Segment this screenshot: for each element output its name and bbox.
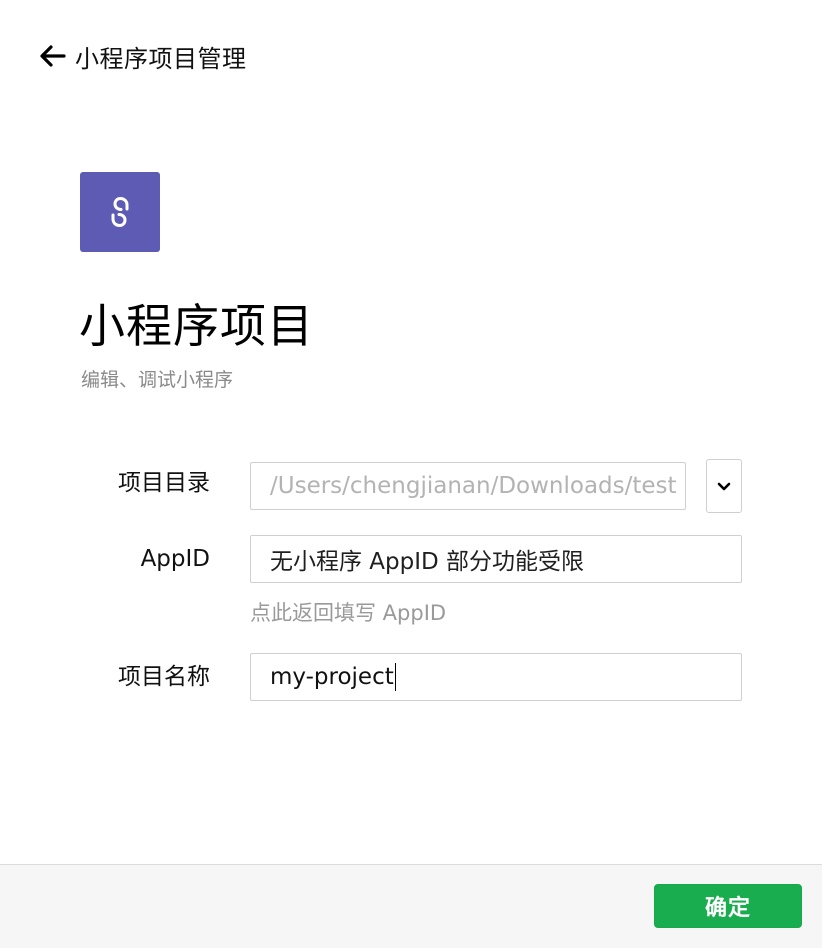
directory-value: /Users/chengjianan/Downloads/test: [270, 473, 677, 499]
project-name-value: my-project: [270, 664, 394, 690]
chevron-down-icon: [717, 477, 731, 496]
mini-program-logo-icon: [80, 172, 160, 252]
text-caret: [394, 663, 397, 691]
appid-value: 无小程序 AppID 部分功能受限: [270, 549, 585, 575]
appid-label: AppID: [140, 546, 210, 572]
project-name-label: 项目名称: [118, 664, 210, 690]
back-navigation[interactable]: 小程序项目管理: [38, 36, 247, 76]
project-name-input[interactable]: my-project: [250, 653, 742, 701]
project-manager-page: 小程序项目管理 小程序项目 编辑、调试小程序 项目目录 /Users/cheng…: [0, 0, 822, 948]
fill-appid-link[interactable]: 点此返回填写 AppID: [250, 598, 446, 628]
directory-dropdown-button[interactable]: [706, 459, 742, 513]
directory-label: 项目目录: [118, 470, 210, 496]
appid-input[interactable]: 无小程序 AppID 部分功能受限: [250, 535, 742, 583]
arrow-left-icon[interactable]: [38, 44, 66, 68]
confirm-button[interactable]: 确定: [654, 884, 802, 928]
directory-input[interactable]: /Users/chengjianan/Downloads/test: [250, 462, 686, 510]
project-type-subtitle: 编辑、调试小程序: [81, 369, 234, 391]
page-header-title: 小程序项目管理: [75, 44, 247, 73]
project-type-title: 小程序项目: [79, 299, 314, 353]
